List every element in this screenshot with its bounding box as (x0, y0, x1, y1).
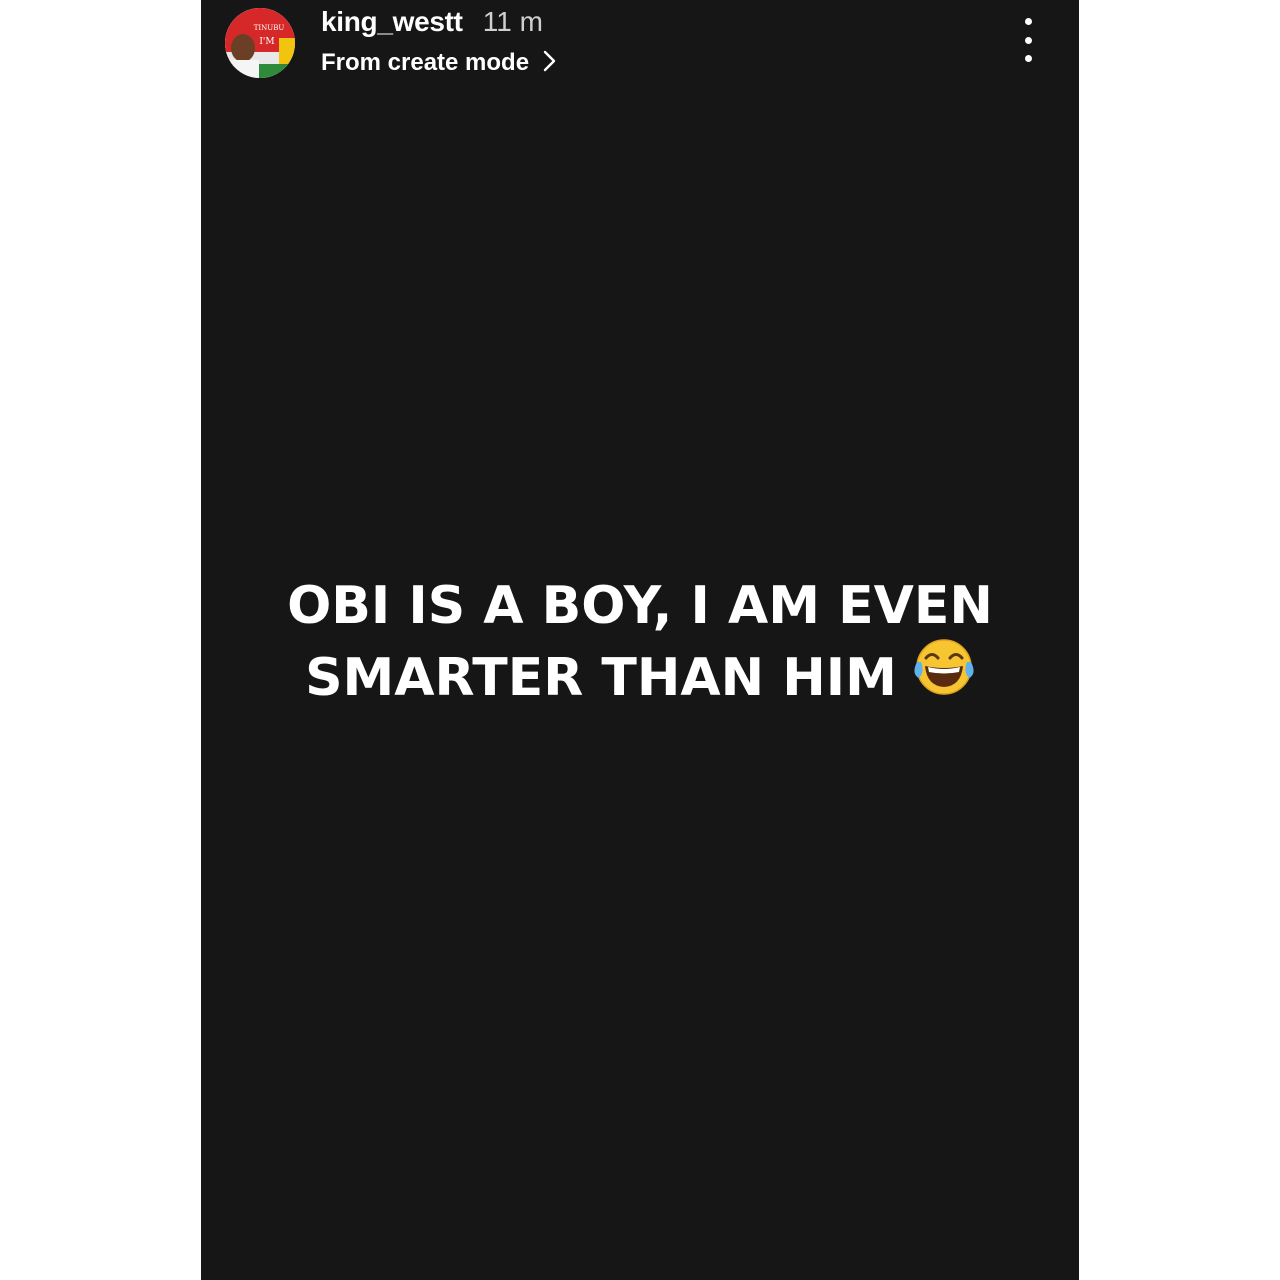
tears-of-joy-emoji-icon (913, 636, 975, 717)
more-dot (1024, 18, 1032, 25)
avatar[interactable]: TINUBU I'M (225, 8, 295, 78)
story-header: TINUBU I'M king_westt 11 m From create m… (201, 0, 1079, 90)
avatar-image: TINUBU I'M (225, 8, 295, 78)
story-view[interactable]: TINUBU I'M king_westt 11 m From create m… (201, 0, 1079, 1280)
more-options-icon[interactable] (1013, 18, 1043, 62)
create-mode-link[interactable]: From create mode (321, 46, 557, 80)
page: TINUBU I'M king_westt 11 m From create m… (0, 0, 1280, 1280)
story-text: OBI IS A BOY, I AM EVEN SMARTER THAN HIM (201, 570, 1079, 717)
subtitle-label: From create mode (321, 49, 530, 76)
username[interactable]: king_westt (321, 6, 463, 38)
story-text-line-2: SMARTER THAN HIM (305, 648, 897, 708)
avatar-text-1: TINUBU (254, 24, 285, 32)
user-row: king_westt 11 m (321, 6, 543, 42)
avatar-text-2: I'M (259, 37, 274, 47)
story-text-line-1: OBI IS A BOY, I AM EVEN (287, 576, 993, 636)
more-dot (1024, 36, 1032, 44)
timestamp: 11 m (482, 6, 543, 37)
chevron-right-icon (543, 49, 557, 78)
story-text-line-2-wrap: SMARTER THAN HIM (201, 638, 1079, 717)
more-dot (1024, 55, 1032, 62)
